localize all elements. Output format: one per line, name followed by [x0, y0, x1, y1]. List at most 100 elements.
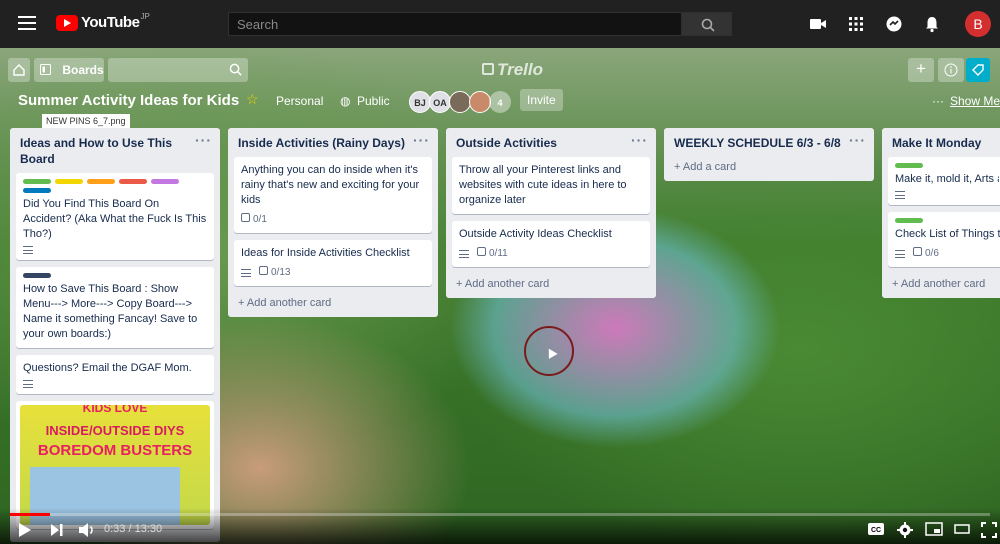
- invite-button[interactable]: Invite: [520, 89, 563, 111]
- label-red: [119, 179, 147, 184]
- trello-header: Boards Trello +: [0, 52, 1000, 82]
- checklist-count: 0/1: [253, 214, 267, 225]
- image-text: INSIDE/OUTSIDE DIYS: [45, 423, 185, 438]
- card-cover-image: KIDS LOVE INSIDE/OUTSIDE DIYS BOREDOM BU…: [20, 405, 210, 525]
- add-card-button[interactable]: + Add another card: [888, 274, 1000, 292]
- label-green: [895, 218, 923, 223]
- miniplayer-icon[interactable]: [925, 522, 943, 536]
- list-title[interactable]: Outside Activities ···: [452, 128, 650, 157]
- member-photo-avatar[interactable]: [449, 91, 471, 113]
- card-text: Anything you can do inside when it's rai…: [241, 164, 420, 206]
- list-menu-icon[interactable]: ···: [631, 132, 648, 148]
- add-card-button[interactable]: + Add another card: [452, 274, 650, 292]
- member-avatar[interactable]: OA: [429, 91, 451, 113]
- youtube-header: YouTube JP Search B: [0, 0, 1000, 48]
- card-text: How to Save This Board : Show Menu---> M…: [23, 283, 198, 340]
- star-icon[interactable]: ☆: [246, 91, 259, 108]
- card[interactable]: How to Save This Board : Show Menu---> M…: [16, 267, 214, 348]
- region-code: JP: [140, 12, 150, 21]
- card-text: Make it, mold it, Arts a Doh, and everyt…: [895, 173, 999, 185]
- boards-button[interactable]: Boards: [34, 58, 104, 82]
- team-visibility[interactable]: Personal: [276, 94, 323, 108]
- youtube-logo-text: YouTube: [81, 14, 140, 31]
- card-text: Ideas for Inside Activities Checklist: [241, 247, 410, 259]
- search-input[interactable]: Search: [228, 12, 682, 36]
- filename-tooltip: NEW PINS 6_7.png: [42, 114, 130, 128]
- checklist-icon: [259, 266, 268, 275]
- card[interactable]: Throw all your Pinterest links and websi…: [452, 157, 650, 214]
- globe-icon: ◍: [340, 94, 351, 108]
- list-title[interactable]: WEEKLY SCHEDULE 6/3 - 6/8 ···: [670, 128, 868, 157]
- list-menu-icon[interactable]: ···: [195, 132, 212, 148]
- info-icon[interactable]: [938, 58, 964, 82]
- card-labels: [23, 188, 207, 193]
- video-camera-icon[interactable]: [808, 14, 828, 34]
- card[interactable]: Make it, mold it, Arts a Doh, and everyt…: [888, 157, 1000, 205]
- image-text: BOREDOM BUSTERS: [37, 442, 193, 459]
- theater-mode-icon[interactable]: [954, 522, 970, 536]
- card-text: Check List of Things t: [895, 228, 1000, 240]
- card-text: Throw all your Pinterest links and websi…: [459, 164, 627, 206]
- account-avatar[interactable]: B: [965, 11, 991, 37]
- card[interactable]: Anything you can do inside when it's rai…: [234, 157, 432, 233]
- description-icon: [241, 268, 251, 277]
- member-count[interactable]: 4: [489, 91, 511, 113]
- label-green: [23, 179, 51, 184]
- description-icon: [23, 246, 33, 254]
- label-blue: [23, 188, 51, 193]
- search-button[interactable]: [682, 12, 732, 36]
- card-text: Questions? Email the DGAF Mom.: [23, 362, 192, 374]
- tag-icon: [972, 64, 984, 76]
- card[interactable]: Ideas for Inside Activities Checklist 0/…: [234, 240, 432, 286]
- progress-played: [10, 513, 51, 516]
- video-player[interactable]: Boards Trello + Summer Activity Ideas fo…: [0, 48, 1000, 544]
- youtube-logo[interactable]: YouTube JP: [56, 12, 150, 31]
- fullscreen-icon[interactable]: [981, 522, 997, 538]
- card[interactable]: Check List of Things t 0/6: [888, 212, 1000, 267]
- list-title[interactable]: Ideas and How to Use This Board ···: [16, 128, 214, 173]
- subtitles-icon[interactable]: CC: [867, 522, 885, 536]
- youtube-play-logo-icon: [56, 14, 78, 31]
- checklist-icon: [913, 247, 922, 256]
- apps-grid-icon[interactable]: [846, 14, 866, 34]
- notifications-tag-icon[interactable]: [966, 58, 990, 82]
- card[interactable]: Did You Find This Board On Accident? (Ak…: [16, 173, 214, 260]
- trello-logo[interactable]: Trello: [482, 60, 543, 80]
- member-avatar[interactable]: BJ: [409, 91, 431, 113]
- list-menu-icon[interactable]: ···: [413, 132, 430, 148]
- description-icon: [895, 191, 905, 199]
- trello-search-input[interactable]: [108, 58, 248, 82]
- board-visibility[interactable]: Public: [357, 94, 390, 108]
- chat-icon[interactable]: [884, 14, 904, 34]
- list-title[interactable]: Make It Monday: [888, 128, 1000, 157]
- svg-text:CC: CC: [871, 527, 881, 534]
- card[interactable]: Questions? Email the DGAF Mom.: [16, 355, 214, 394]
- home-button[interactable]: [8, 58, 30, 82]
- card[interactable]: Outside Activity Ideas Checklist 0/11: [452, 221, 650, 267]
- card-labels: [23, 179, 207, 184]
- search-icon: [701, 18, 715, 32]
- member-photo-avatar[interactable]: [469, 91, 491, 113]
- show-menu-link[interactable]: Show Menu: [950, 94, 1000, 108]
- add-card-button[interactable]: + Add another card: [234, 293, 432, 311]
- settings-gear-icon[interactable]: [897, 522, 913, 538]
- notifications-bell-icon[interactable]: [922, 14, 942, 34]
- list-outside-activities: Outside Activities ··· Throw all your Pin…: [446, 128, 656, 298]
- trello-logo-text: Trello: [497, 60, 543, 79]
- list-menu-icon[interactable]: ···: [849, 132, 866, 148]
- checklist-icon: [241, 213, 250, 222]
- search-icon: [229, 63, 242, 76]
- list-title[interactable]: Inside Activities (Rainy Days) ···: [234, 128, 432, 157]
- play-icon[interactable]: [18, 522, 32, 538]
- trello-logo-icon: [482, 63, 494, 75]
- menu-icon[interactable]: [18, 16, 36, 30]
- progress-bar[interactable]: [10, 513, 990, 516]
- volume-icon[interactable]: [78, 522, 96, 538]
- next-icon[interactable]: [50, 522, 64, 538]
- add-card-button[interactable]: + Add a card: [670, 157, 868, 175]
- create-plus-icon[interactable]: +: [908, 58, 934, 82]
- board-title[interactable]: Summer Activity Ideas for Kids: [18, 92, 239, 109]
- list-weekly-schedule: WEEKLY SCHEDULE 6/3 - 6/8 ··· + Add a car…: [664, 128, 874, 181]
- more-dots-icon[interactable]: ···: [932, 94, 944, 108]
- description-icon: [23, 380, 33, 388]
